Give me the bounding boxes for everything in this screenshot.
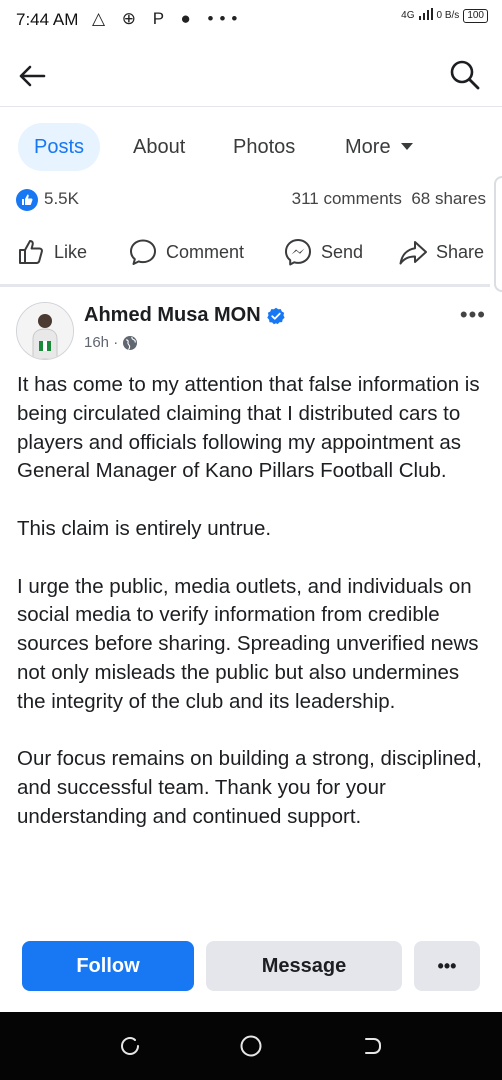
status-time: 7:44 AM [16, 10, 79, 29]
tab-posts[interactable]: Posts [18, 123, 101, 171]
signal-icon [418, 8, 433, 23]
section-divider [0, 284, 490, 287]
comment-bubble-icon [130, 239, 156, 265]
home-icon[interactable] [239, 1034, 263, 1058]
reactions-row: 5.5K 311 comments 68 shares [0, 188, 490, 211]
post-paragraph: Our focus remains on building a strong, … [17, 747, 482, 828]
send-button[interactable]: Send [283, 228, 363, 276]
send-label: Send [321, 241, 364, 262]
post-actions: Like Comment Send Share [0, 228, 502, 276]
network-label: 4G [401, 10, 415, 21]
post-paragraph: I urge the public, media outlets, and in… [17, 574, 479, 713]
system-nav-bar [0, 1012, 502, 1080]
author-name-label: Ahmed Musa MON [84, 304, 261, 326]
more-dots-icon[interactable]: ••• [460, 302, 486, 328]
post-paragraph: This claim is entirely untrue. [17, 516, 272, 540]
like-badge-icon[interactable] [16, 189, 38, 211]
post-text: It has come to my attention that false i… [17, 371, 487, 861]
back-nav-icon[interactable] [360, 1034, 384, 1058]
search-icon[interactable] [448, 58, 482, 92]
tab-more[interactable]: More [345, 123, 413, 171]
post-paragraph: It has come to my attention that false i… [17, 373, 480, 483]
share-label: Share [436, 241, 485, 262]
post-time-label: 16h · [84, 334, 119, 351]
like-button[interactable]: Like [16, 228, 87, 276]
notification-icons: △ ⊕ P ● ••• [92, 9, 244, 28]
tab-about[interactable]: About [133, 123, 185, 171]
status-bar: 7:44 AM △ ⊕ P ● ••• 4G 0 B/s 100 [0, 0, 502, 44]
recents-icon[interactable] [118, 1034, 142, 1058]
tab-more-label: More [345, 136, 391, 158]
reaction-count[interactable]: 5.5K [44, 189, 79, 209]
comments-shares-count[interactable]: 311 comments 68 shares [292, 189, 486, 209]
tab-photos[interactable]: Photos [233, 123, 295, 171]
scroll-handle[interactable] [494, 176, 502, 292]
overflow-menu-button[interactable]: ••• [414, 941, 480, 991]
globe-icon [123, 335, 138, 350]
comment-button[interactable]: Comment [128, 228, 244, 276]
author-name[interactable]: Ahmed Musa MON [84, 304, 285, 327]
share-button[interactable]: Share [398, 228, 484, 276]
battery-icon: 100 [463, 8, 488, 23]
back-arrow-icon[interactable] [14, 58, 50, 94]
like-label: Like [54, 241, 88, 262]
avatar[interactable] [16, 302, 74, 360]
follow-button[interactable]: Follow [22, 941, 194, 991]
messenger-icon [285, 239, 311, 266]
system-indicators: 4G 0 B/s 100 [401, 8, 488, 23]
verified-badge-icon [266, 307, 285, 324]
post-timestamp[interactable]: 16h · [84, 334, 138, 351]
data-speed: 0 B/s [436, 10, 460, 21]
thumbs-up-icon [19, 240, 43, 264]
app-bar [0, 44, 502, 107]
comment-label: Comment [166, 241, 245, 262]
message-button[interactable]: Message [206, 941, 402, 991]
chevron-down-icon [400, 143, 413, 150]
share-arrow-icon [399, 241, 427, 265]
profile-tabs: Posts About Photos More [0, 107, 502, 187]
